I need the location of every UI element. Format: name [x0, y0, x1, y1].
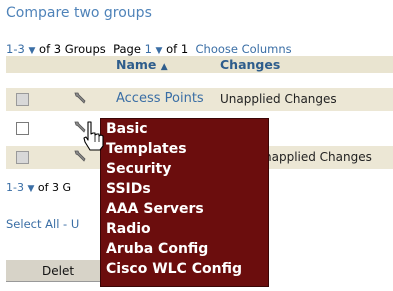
triangle-down-icon[interactable]: ▼: [156, 46, 163, 56]
group-name-link[interactable]: Access Points: [116, 91, 204, 106]
page-label: Page: [113, 42, 141, 56]
menu-item-templates[interactable]: Templates: [106, 141, 187, 157]
pager-top: 1-3 ▼ of 3 Groups Page 1 ▼ of 1 Choose C…: [6, 42, 292, 56]
page-of: of 1: [166, 42, 189, 56]
triangle-down-icon[interactable]: ▼: [28, 46, 35, 56]
range-link[interactable]: 1-3: [6, 181, 24, 194]
changes-status: Unapplied Changes: [220, 92, 337, 106]
table-row: Access Points Unapplied Changes: [6, 88, 393, 111]
pager-bottom: 1-3 ▼ of 3 G: [6, 181, 71, 194]
row-checkbox[interactable]: [16, 122, 29, 135]
row-checkbox[interactable]: [16, 151, 29, 164]
select-all-link[interactable]: Select All - U: [6, 217, 79, 231]
menu-item-aaa-servers[interactable]: AAA Servers: [106, 201, 204, 217]
changes-status: napplied Changes: [264, 150, 372, 164]
menu-item-cisco-wlc-config[interactable]: Cisco WLC Config: [106, 261, 242, 277]
page-number-link[interactable]: 1: [145, 42, 152, 56]
hand-cursor-icon: [83, 121, 104, 151]
menu-item-aruba-config[interactable]: Aruba Config: [106, 241, 208, 257]
menu-item-security[interactable]: Security: [106, 161, 171, 177]
choose-columns-link[interactable]: Choose Columns: [196, 42, 292, 56]
delete-button-label: Delet: [42, 264, 75, 278]
table-header: Name ▲ Changes: [6, 56, 393, 73]
wrench-icon[interactable]: [72, 90, 88, 106]
total-groups: of 3 G: [37, 181, 72, 194]
context-menu: Basic Templates Security SSIDs AAA Serve…: [100, 118, 269, 287]
column-header-changes[interactable]: Changes: [220, 57, 280, 72]
sort-ascending-icon: ▲: [160, 62, 168, 72]
total-groups: of 3 Groups: [39, 42, 106, 56]
row-checkbox[interactable]: [16, 93, 29, 106]
menu-item-basic[interactable]: Basic: [106, 121, 148, 137]
menu-item-radio[interactable]: Radio: [106, 221, 151, 237]
delete-button[interactable]: Delet: [6, 260, 102, 282]
menu-item-ssids[interactable]: SSIDs: [106, 181, 151, 197]
range-link[interactable]: 1-3: [6, 42, 25, 56]
column-header-name[interactable]: Name ▲: [116, 57, 168, 72]
triangle-down-icon[interactable]: ▼: [27, 184, 34, 194]
compare-two-groups-link[interactable]: Compare two groups: [6, 5, 152, 21]
